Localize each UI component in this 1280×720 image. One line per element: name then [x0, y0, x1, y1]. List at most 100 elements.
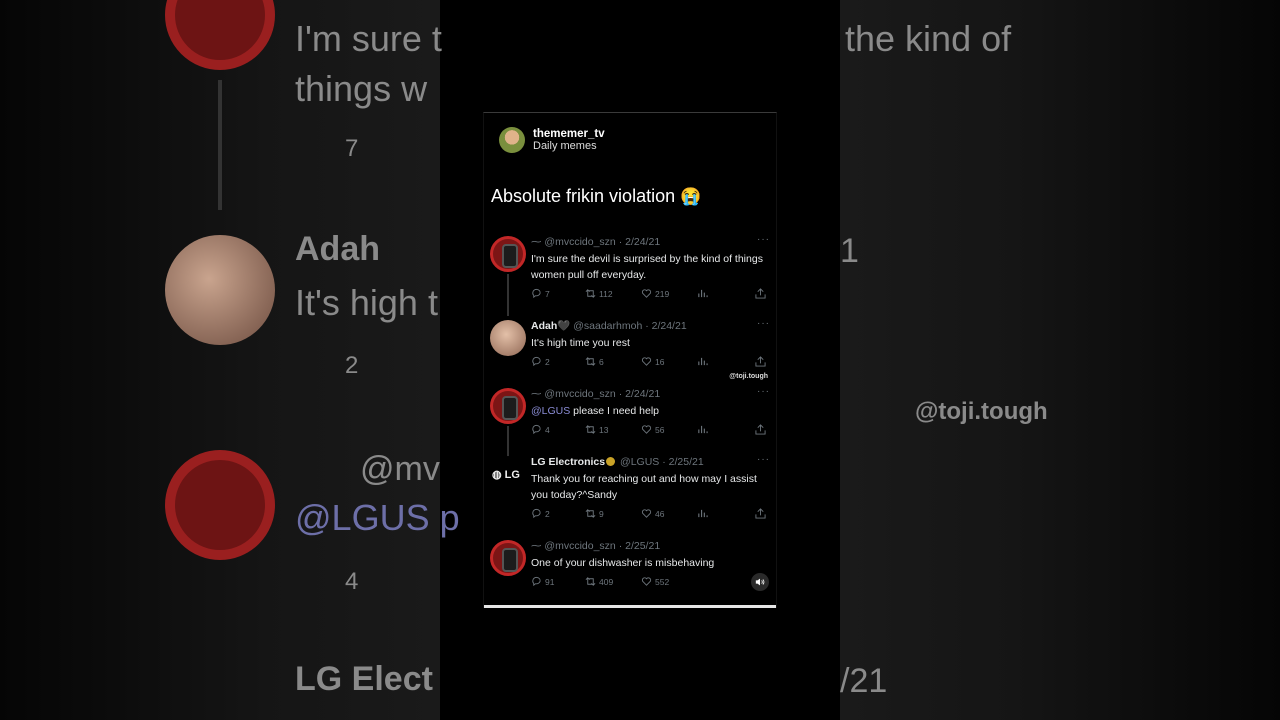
retweet-button[interactable]: 409	[585, 576, 613, 587]
profile-username[interactable]: thememer_tv	[533, 128, 605, 140]
tweet-header: ⁓ @mvccido_szn · 2/25/21	[531, 540, 661, 552]
retweet-button[interactable]: 13	[585, 424, 608, 435]
reply-icon	[532, 288, 541, 299]
views-icon	[698, 425, 708, 434]
tweet-header: Adah🖤 @saadarhmoh · 2/24/21	[531, 320, 687, 332]
tweet-handle[interactable]: @saadarhmoh	[573, 320, 642, 332]
tweet-header: LG Electronics @LGUS · 2/25/21	[531, 456, 704, 468]
share-button[interactable]	[755, 356, 769, 367]
post-profile[interactable]: thememer_tv Daily memes	[499, 127, 605, 153]
like-icon	[641, 425, 652, 434]
retweet-count: 6	[599, 356, 604, 367]
tweet-handle[interactable]: @mvccido_szn	[544, 388, 615, 400]
tweet-handle[interactable]: @mvccido_szn	[544, 540, 615, 552]
tweet-display-name[interactable]: Adah	[531, 320, 557, 332]
retweet-button[interactable]: 9	[585, 508, 604, 519]
backdrop-avatar-adah	[165, 235, 275, 345]
reply-count: 4	[545, 424, 550, 435]
tweet-avatar-lg[interactable]: ◍ LG	[490, 456, 526, 492]
bird-badge-icon: ⁓	[531, 540, 542, 552]
tweet-display-name[interactable]: LG Electronics	[531, 456, 605, 468]
reply-icon	[532, 356, 541, 367]
tweet-handle[interactable]: @LGUS	[620, 456, 659, 468]
tweet-4[interactable]: ◍ LG LG Electronics @LGUS · 2/25/21 ··· …	[490, 454, 770, 532]
views-button[interactable]	[697, 288, 711, 299]
more-options-icon[interactable]: ···	[757, 386, 770, 397]
backdrop-count-2: 2	[345, 352, 359, 379]
tweet-avatar[interactable]	[490, 236, 526, 272]
backdrop-name-adah: Adah	[295, 230, 380, 268]
caption-text: Absolute frikin violation	[491, 186, 676, 206]
tweet-avatar[interactable]	[490, 320, 526, 356]
like-icon	[641, 509, 652, 518]
reply-button[interactable]: 7	[531, 288, 550, 299]
tweet-date: 2/25/21	[668, 456, 704, 468]
tweet-text: It's high time you rest	[531, 337, 630, 349]
backdrop-adah-text: It's high t	[295, 282, 438, 323]
tweet-text: One of your dishwasher is misbehaving	[531, 557, 715, 569]
views-button[interactable]	[697, 356, 711, 367]
thread-line	[507, 274, 509, 316]
reply-button[interactable]: 2	[531, 508, 550, 519]
tweet-date: 2/24/21	[651, 320, 687, 332]
like-button[interactable]: 552	[641, 576, 669, 587]
tweet-text-rest: please I need help	[570, 405, 660, 417]
heart-emoji-icon: 🖤	[557, 320, 571, 332]
more-options-icon[interactable]: ···	[757, 234, 770, 245]
tweet-mention-link[interactable]: @LGUS	[531, 405, 570, 417]
share-button[interactable]	[755, 424, 769, 435]
like-icon	[641, 357, 652, 366]
backdrop-lg-name: LG Elect	[295, 660, 433, 698]
like-button[interactable]: 56	[641, 424, 664, 435]
reply-count: 2	[545, 356, 550, 367]
more-options-icon[interactable]: ···	[757, 454, 770, 465]
like-button[interactable]: 46	[641, 508, 664, 519]
share-icon	[755, 424, 766, 435]
like-icon	[641, 289, 652, 298]
retweet-icon	[585, 577, 596, 586]
like-count: 219	[655, 288, 670, 299]
views-button[interactable]	[697, 424, 711, 435]
backdrop-watermark: @toji.tough	[915, 398, 1048, 425]
post-caption: Absolute frikin violation 😭	[491, 186, 701, 207]
tweet-1[interactable]: ⁓ @mvccido_szn · 2/24/21 ··· I'm sure th…	[490, 234, 770, 316]
views-icon	[698, 357, 708, 366]
reply-button[interactable]: 2	[531, 356, 550, 367]
like-button[interactable]: 219	[641, 288, 669, 299]
tweet-date: 2/24/21	[625, 388, 661, 400]
backdrop-text-line1: I'm sure t	[295, 18, 442, 59]
retweet-icon	[585, 357, 596, 366]
views-icon	[698, 289, 708, 298]
post-frame: thememer_tv Daily memes Absolute frikin …	[483, 112, 777, 608]
profile-avatar[interactable]	[499, 127, 525, 153]
views-button[interactable]	[697, 508, 711, 519]
profile-subtitle: Daily memes	[533, 140, 597, 152]
retweet-icon	[585, 289, 596, 298]
volume-button[interactable]	[751, 573, 769, 591]
retweet-count: 9	[599, 508, 604, 519]
tweet-3[interactable]: ⁓ @mvccido_szn · 2/24/21 ··· @LGUS pleas…	[490, 386, 770, 462]
like-count: 46	[655, 508, 665, 519]
share-button[interactable]	[755, 508, 769, 519]
retweet-button[interactable]: 6	[585, 356, 604, 367]
backdrop-text-line1b: the kind of	[845, 18, 1012, 59]
reply-button[interactable]: 4	[531, 424, 550, 435]
share-button[interactable]	[755, 288, 769, 299]
share-icon	[755, 508, 766, 519]
tweet-5[interactable]: ⁓ @mvccido_szn · 2/25/21 One of your dis…	[490, 540, 770, 600]
bird-badge-icon: ⁓	[531, 388, 542, 400]
tweet-handle[interactable]: @mvccido_szn	[544, 236, 615, 248]
bird-badge-icon: ⁓	[531, 236, 542, 248]
like-icon	[641, 577, 652, 586]
tweet-avatar[interactable]	[490, 388, 526, 424]
retweet-button[interactable]: 112	[585, 288, 613, 299]
like-button[interactable]: 16	[641, 356, 664, 367]
more-options-icon[interactable]: ···	[757, 318, 770, 329]
reply-button[interactable]: 91	[531, 576, 554, 587]
backdrop-text-line2: things w	[295, 68, 428, 109]
backdrop-right-panel	[840, 0, 1280, 720]
tweet-avatar[interactable]	[490, 540, 526, 576]
progress-bar[interactable]	[484, 605, 776, 608]
tweet-2[interactable]: Adah🖤 @saadarhmoh · 2/24/21 ··· It's hig…	[490, 318, 770, 380]
watermark: @toji.tough	[729, 373, 768, 380]
